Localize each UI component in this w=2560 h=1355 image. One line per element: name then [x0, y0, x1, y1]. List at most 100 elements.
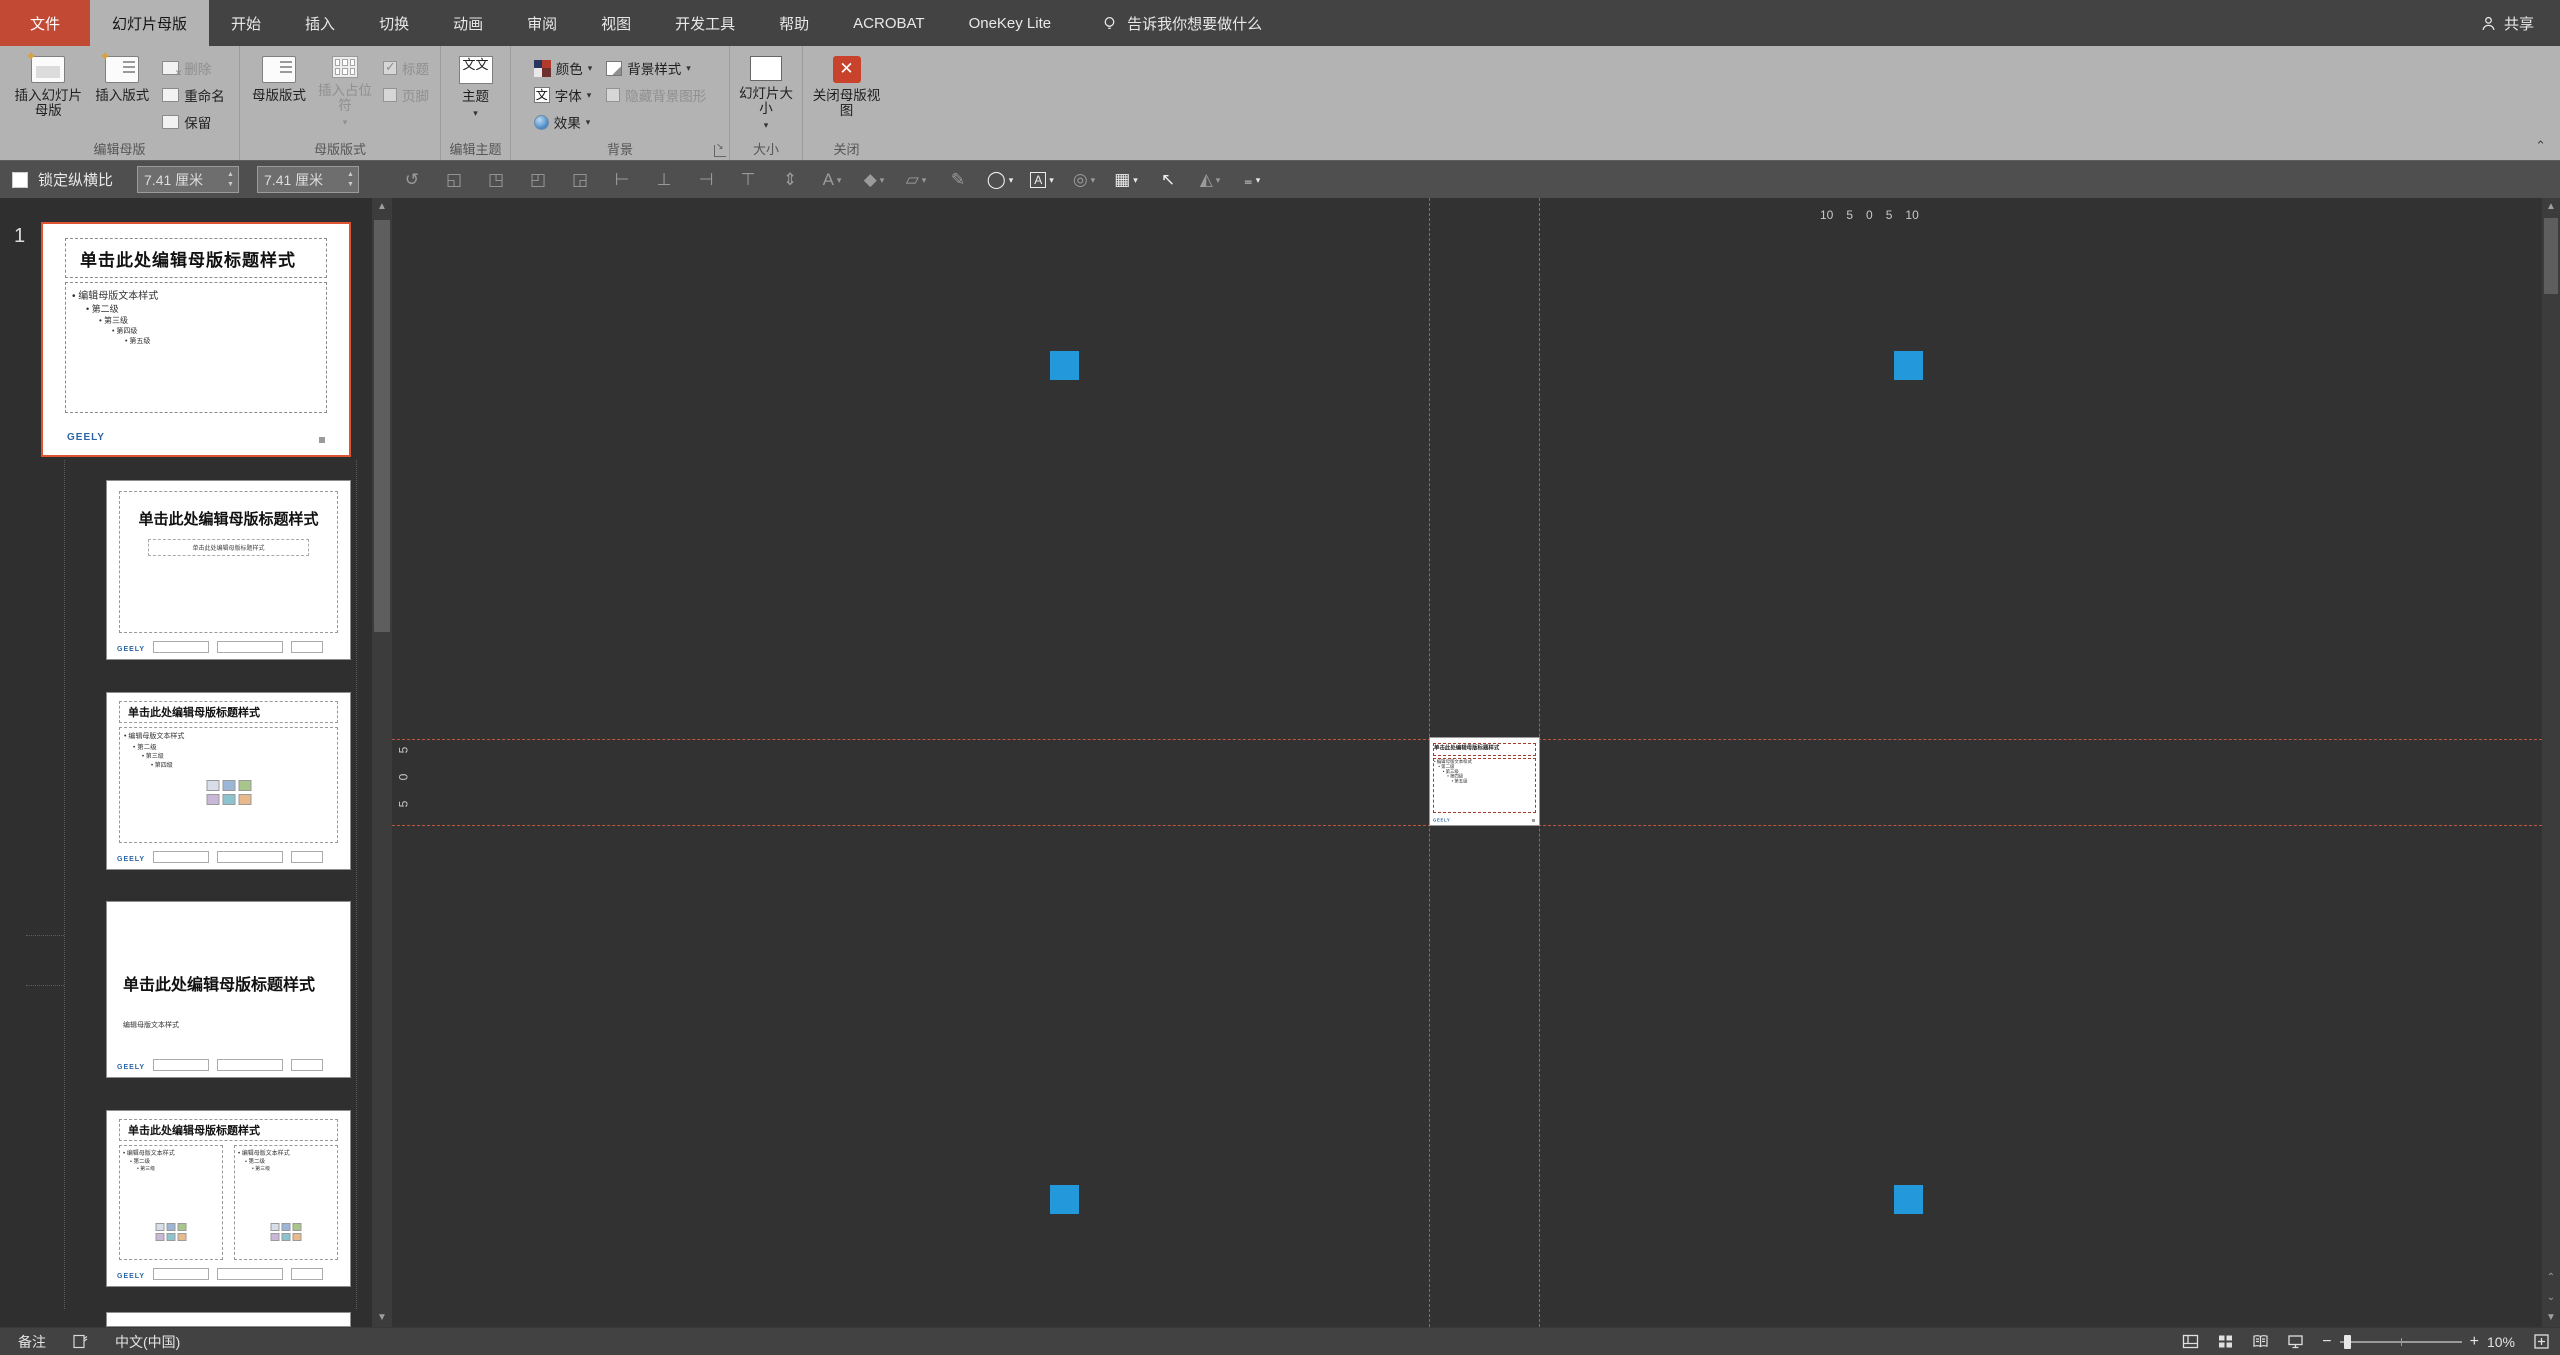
thumbnail-scrollbar[interactable]: ▲ ▼ [372, 198, 392, 1327]
zoom-out-icon[interactable]: − [2322, 1333, 2331, 1351]
menu-tab[interactable]: 插入 [283, 0, 357, 46]
fonts-button[interactable]: 文 字体 ▾ [531, 83, 596, 107]
slide-editing-surface[interactable]: 单击此处编辑母版标题样式 编辑母版文本样式第二级第三级第四级第五级 GEELY [1429, 737, 1540, 826]
scroll-down-icon[interactable]: ▼ [2542, 1309, 2560, 1327]
width-input[interactable] [258, 172, 343, 188]
group-master-layout: 母版版式 插入占位符 ▾ 标题 页脚 母版版 [240, 46, 441, 160]
text-box-icon[interactable]: A [1025, 166, 1059, 194]
menu-tab[interactable]: 视图 [579, 0, 653, 46]
spin-up-icon[interactable]: ▲ [347, 171, 354, 178]
slide-sorter-icon[interactable] [2217, 1333, 2234, 1350]
close-master-view-button[interactable]: ✕ 关闭母版视图 [808, 52, 886, 118]
zoom-slider[interactable] [2340, 1341, 2462, 1343]
bullet-line: 第三级 [99, 315, 326, 326]
zoom-in-icon[interactable]: + [2470, 1333, 2479, 1351]
background-styles-button[interactable]: 背景样式 ▾ [603, 56, 709, 80]
bring-forward-icon[interactable]: ◱ [437, 166, 471, 194]
guide-handle[interactable] [1894, 1185, 1923, 1214]
shapes-icon[interactable]: ◯ [983, 166, 1017, 194]
group-label-background: 背景 [511, 139, 729, 158]
send-to-back-icon[interactable]: ◲ [563, 166, 597, 194]
format-painter-icon[interactable]: ✎ [941, 166, 975, 194]
previous-slide-icon[interactable]: ⌃ [2542, 1269, 2560, 1287]
slide-size-button[interactable]: 幻灯片大小 ▾ [734, 52, 798, 129]
menu-tab[interactable]: ACROBAT [831, 0, 946, 46]
scroll-down-icon[interactable]: ▼ [372, 1309, 392, 1327]
share-button[interactable]: 共享 [2454, 0, 2560, 46]
guide-handle[interactable] [1894, 351, 1923, 380]
bring-to-front-icon[interactable]: ◰ [521, 166, 555, 194]
menu-tab[interactable]: 开始 [209, 0, 283, 46]
group-label-edit-theme: 编辑主题 [441, 139, 510, 158]
rename-button[interactable]: 重命名 [159, 83, 228, 107]
spin-down-icon[interactable]: ▼ [347, 181, 354, 188]
canvas-scrollbar[interactable]: ▲ ⌃ ⌄ ▼ [2542, 198, 2560, 1327]
align-center-icon[interactable]: ⊥ [647, 166, 681, 194]
menu-tab[interactable]: 开发工具 [653, 0, 757, 46]
rotate-icon[interactable]: ↺ [395, 166, 429, 194]
tell-me-box[interactable]: 告诉我你想要做什么 [1083, 0, 1280, 46]
bullet-line: 第四级 [151, 760, 337, 769]
scrollbar-thumb[interactable] [2544, 218, 2558, 294]
panel-guide-line [26, 935, 64, 936]
spin-up-icon[interactable]: ▲ [227, 171, 234, 178]
insert-layout-button[interactable]: ✦ 插入版式 [87, 52, 157, 103]
language-button[interactable]: 中文(中国) [115, 1332, 180, 1352]
delete-button: 删除 [159, 56, 228, 80]
notes-button[interactable]: 备注 [18, 1332, 46, 1352]
slideshow-icon[interactable] [2287, 1333, 2304, 1350]
guide-handle[interactable] [1050, 1185, 1079, 1214]
master-layout-button[interactable]: 母版版式 [248, 52, 310, 103]
lock-aspect-ratio-checkbox[interactable] [12, 172, 28, 188]
themes-button[interactable]: 文文 主题 ▾ [446, 52, 506, 117]
align-right-icon[interactable]: ⊣ [689, 166, 723, 194]
thumbnail-layout-title[interactable]: 单击此处编辑母版标题样式 单击此处编辑母版标题样式 GEELY [106, 480, 351, 660]
notes-icon[interactable] [72, 1333, 89, 1350]
resize-height-icon[interactable]: ⇕ [773, 166, 807, 194]
thumbnail-layout-partial[interactable] [106, 1312, 351, 1327]
menu-tab[interactable]: 文件 [0, 0, 90, 46]
normal-view-icon[interactable] [2182, 1333, 2199, 1350]
collapse-ribbon-icon[interactable]: ⌃ [2535, 138, 2546, 154]
more-tools-icon[interactable]: ₌ [1235, 166, 1269, 194]
scroll-up-icon[interactable]: ▲ [372, 198, 392, 216]
horizontal-ruler: 1050510 [1820, 208, 1919, 222]
shape-fill-icon[interactable]: ◆ [857, 166, 891, 194]
wordart-icon[interactable]: ◭ [1193, 166, 1227, 194]
menu-tab[interactable]: OneKey Lite [947, 0, 1074, 46]
arrange-icon[interactable]: ▦ [1109, 166, 1143, 194]
font-icon[interactable]: A [815, 166, 849, 194]
select-icon[interactable]: ↖ [1151, 166, 1185, 194]
next-slide-icon[interactable]: ⌄ [2542, 1289, 2560, 1307]
menu-tab[interactable]: 幻灯片母版 [90, 0, 209, 46]
thumbnail-layout-content[interactable]: 单击此处编辑母版标题样式 编辑母版文本样式第二级第三级第四级 GEELY [106, 692, 351, 870]
align-left-icon[interactable]: ⊢ [605, 166, 639, 194]
merge-shapes-icon[interactable]: ◎ [1067, 166, 1101, 194]
date-placeholder [153, 1059, 209, 1071]
shape-outline-icon[interactable]: ▱ [899, 166, 933, 194]
height-input[interactable] [138, 172, 223, 188]
preserve-button[interactable]: 保留 [159, 110, 228, 134]
scrollbar-thumb[interactable] [374, 220, 390, 632]
colors-button[interactable]: 颜色 ▾ [531, 56, 596, 80]
menu-tab[interactable]: 动画 [431, 0, 505, 46]
thumbnail-layout-section[interactable]: 单击此处编辑母版标题样式 编辑母版文本样式 GEELY [106, 901, 351, 1078]
zoom-slider-handle[interactable] [2344, 1335, 2351, 1349]
align-top-icon[interactable]: ⊤ [731, 166, 765, 194]
title-checkbox: 标题 [380, 56, 432, 80]
menu-tab[interactable]: 切换 [357, 0, 431, 46]
reading-view-icon[interactable] [2252, 1333, 2269, 1350]
spin-down-icon[interactable]: ▼ [227, 181, 234, 188]
fit-to-window-icon[interactable] [2533, 1333, 2550, 1350]
zoom-level[interactable]: 10% [2487, 1334, 2515, 1350]
thumbnail-slide-master[interactable]: 单击此处编辑母版标题样式 编辑母版文本样式第二级第三级第四级第五级 GEELY [41, 222, 351, 457]
effects-button[interactable]: 效果 ▾ [531, 110, 596, 134]
insert-slide-master-button[interactable]: ✦ 插入幻灯片母版 [11, 52, 85, 118]
send-backward-icon[interactable]: ◳ [479, 166, 513, 194]
thumbnail-layout-two-content[interactable]: 单击此处编辑母版标题样式 编辑母版文本样式第二级第三级 编辑母版文本样式第二级第… [106, 1110, 351, 1287]
guide-handle[interactable] [1050, 351, 1079, 380]
scroll-up-icon[interactable]: ▲ [2542, 198, 2560, 216]
menu-tab[interactable]: 审阅 [505, 0, 579, 46]
background-styles-icon [606, 61, 622, 76]
menu-tab[interactable]: 帮助 [757, 0, 831, 46]
